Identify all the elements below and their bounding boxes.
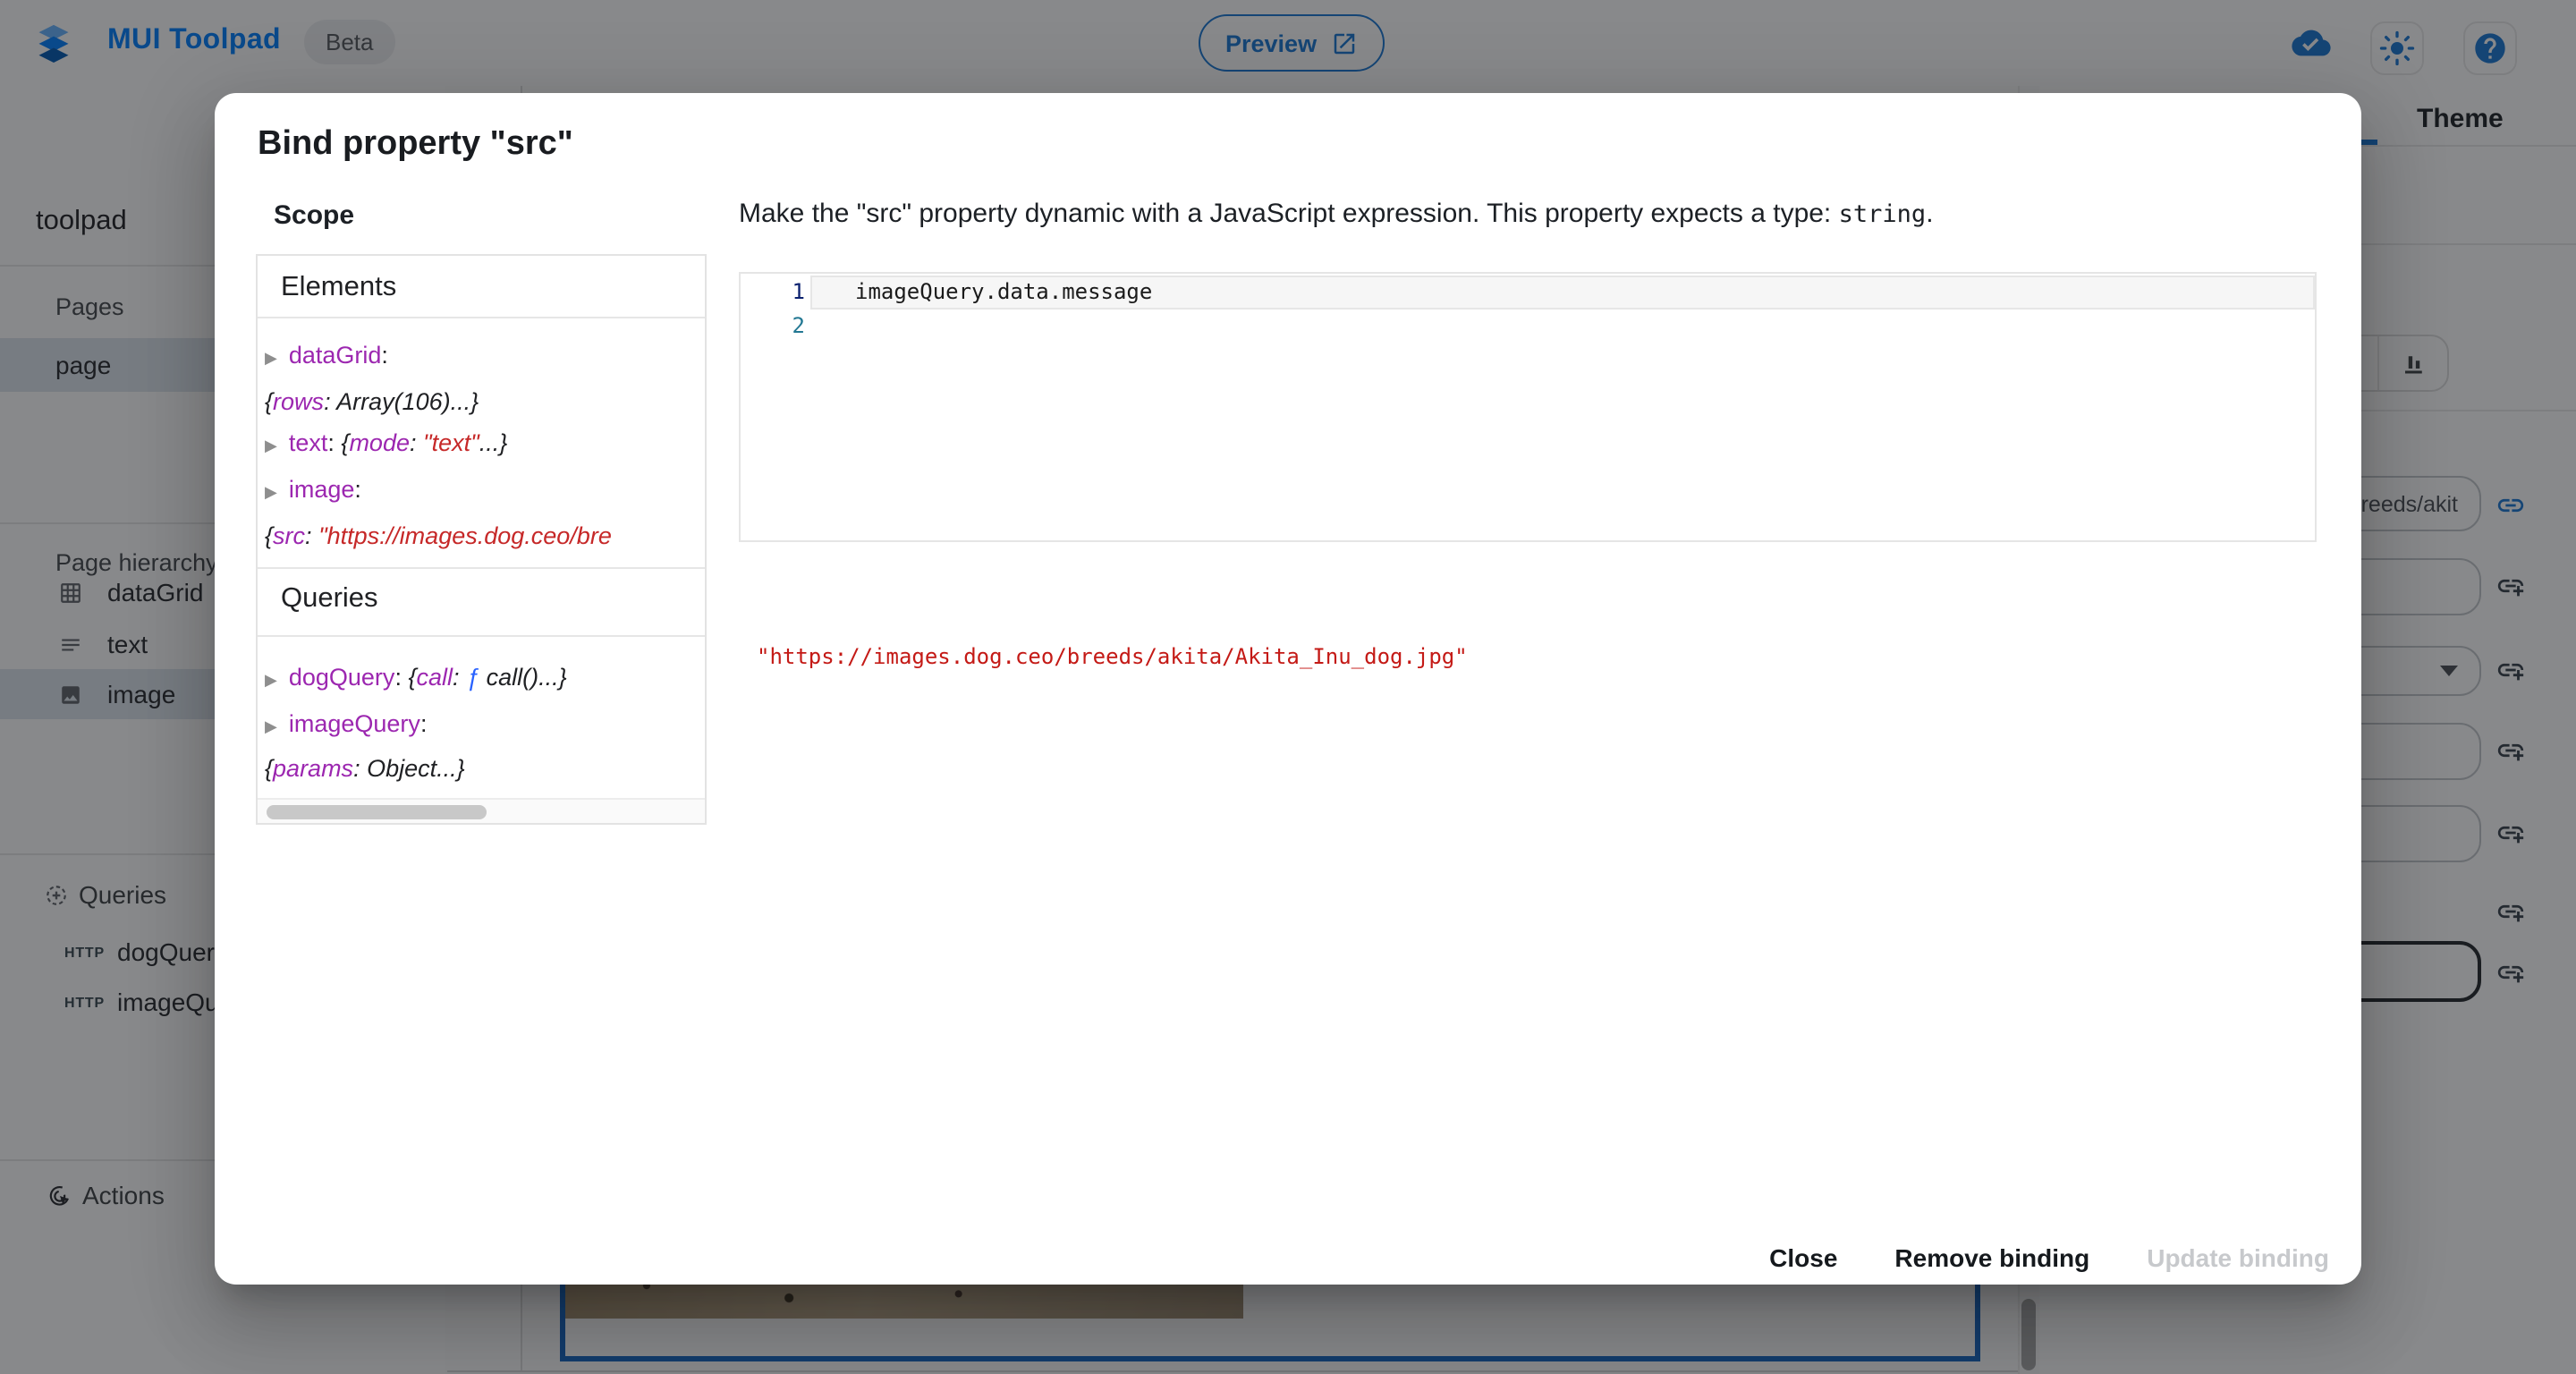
elements-tree: ▶ dataGrid: {rows: Array(106)...} ▶ text… (265, 335, 707, 557)
tree-row-image-preview[interactable]: {src: "https://images.dog.ceo/bre (265, 515, 707, 557)
toolpad-editor: MUI Toolpad Beta Preview toolpad Pages p (0, 0, 2576, 1374)
tree-row-text[interactable]: ▶ text: {mode: "text"...} (265, 423, 707, 469)
queries-tree: ▶ dogQuery: {call: ƒ call()...} ▶ imageQ… (265, 657, 707, 791)
scope-browser: Elements ▶ dataGrid: {rows: Array(106)..… (256, 254, 707, 825)
divider (258, 317, 705, 318)
scope-label: Scope (274, 200, 354, 231)
queries-header: Queries (281, 583, 378, 615)
close-button[interactable]: Close (1755, 1243, 1852, 1272)
update-binding-button[interactable]: Update binding (2132, 1243, 2343, 1272)
dialog-title: Bind property "src" (258, 125, 573, 165)
tree-row-datagrid[interactable]: ▶ dataGrid: (265, 335, 707, 380)
dialog-actions: Close Remove binding Update binding (1755, 1231, 2343, 1285)
expected-type: string (1839, 200, 1927, 229)
tree-row-image[interactable]: ▶ image: (265, 469, 707, 514)
divider (258, 567, 705, 569)
elements-header: Elements (281, 272, 396, 304)
dialog-description: Make the "src" property dynamic with a J… (739, 197, 2313, 233)
scope-scrollbar-thumb[interactable] (267, 805, 487, 819)
tree-row-imagequery[interactable]: ▶ imageQuery: (265, 702, 707, 748)
bind-property-dialog: Bind property "src" Scope Elements ▶ dat… (215, 93, 2361, 1285)
divider (258, 635, 705, 637)
remove-binding-button[interactable]: Remove binding (1880, 1243, 2104, 1272)
line-number: 1 (741, 276, 805, 310)
tree-row-datagrid-preview[interactable]: {rows: Array(106)...} (265, 380, 707, 422)
evaluated-result: "https://images.dog.ceo/breeds/akita/Aki… (757, 644, 1468, 669)
expression-code: imageQuery.data.message (855, 276, 1152, 310)
tree-row-dogquery[interactable]: ▶ dogQuery: {call: ƒ call()...} (265, 657, 707, 702)
line-number: 2 (741, 310, 805, 344)
js-expression-editor[interactable]: 1 2 imageQuery.data.message (739, 272, 2317, 542)
tree-row-imagequery-preview[interactable]: {params: Object...} (265, 749, 707, 791)
